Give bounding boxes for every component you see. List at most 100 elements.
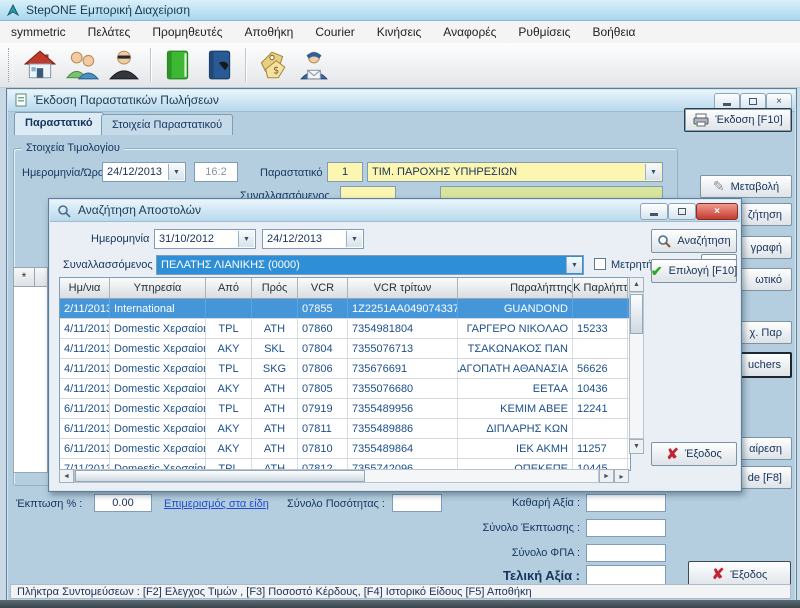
vertical-scrollbar[interactable] [629,292,644,439]
document-type-combobox[interactable]: ΤΙΜ. ΠΑΡΟΧΗΣ ΥΠΗΡΕΣΙΩΝ ▼ [367,162,663,182]
table-cell [206,299,252,318]
table-cell: Domestic Χερσαίοι [110,359,206,378]
allocate-link[interactable]: Επιμερισμός στα είδη [164,498,269,510]
time-field[interactable]: 16:2 [194,162,238,182]
stock-book-icon[interactable] [158,46,196,84]
scroll-right-icon[interactable]: ► [599,469,614,483]
column-header[interactable]: Πρός [252,278,298,298]
column-header[interactable]: Ημ/νια [60,278,110,298]
app-title: StepONE Εμπορική Διαχείριση [26,3,190,17]
table-row[interactable]: 6/11/2013Domestic ΧερσαίοιAKYATH07811735… [60,419,630,439]
menu-item-suppliers[interactable]: Προμηθευτές [141,22,233,42]
dialog-maximize-button[interactable] [668,203,696,220]
column-header[interactable]: VCR [298,278,348,298]
menu-item-settings[interactable]: Ρυθμίσεις [507,22,581,42]
menu-item-warehouse[interactable]: Αποθήκη [234,22,305,42]
table-header-row: Ημ/νια Υπηρεσία Από Πρός VCR VCR τρίτων … [60,278,630,299]
dialog-close-icon[interactable]: × [696,203,738,220]
chevron-down-icon[interactable]: ▼ [238,231,254,247]
table-cell: 12241 [573,399,628,418]
search-icon [657,234,671,248]
table-cell: ΤΣΑΚΩΝΑΚΟΣ ΠΑΝ [458,339,573,358]
column-header[interactable]: Παραλήπτης [458,278,573,298]
dialog-titlebar[interactable]: Αναζήτηση Αποστολών × [50,200,740,222]
pane-splitter[interactable]: ▸ [614,469,629,483]
table-cell [252,299,298,318]
horizontal-scrollbar[interactable] [74,469,599,483]
table-row[interactable]: 6/11/2013Domestic ΧερσαίοιAKYATH07810735… [60,439,630,459]
discount-field[interactable]: 0.00 [94,494,152,512]
table-cell [573,339,628,358]
menu-item-help[interactable]: Βοήθεια [581,22,646,42]
dialog-select-button[interactable]: ✔ Επιλογή [F10] [651,259,737,283]
tab-parastatiko[interactable]: Παραστατικό [14,112,104,135]
menu-item-movements[interactable]: Κινήσεις [366,22,433,42]
scroll-left-icon[interactable]: ◄ [59,469,74,483]
dialog-search-button[interactable]: Αναζήτηση [651,229,737,253]
main-window-title: Έκδοση Παραστατικών Πωλήσεων [34,93,219,107]
table-cell: ΕΕΤΑΑ [458,379,573,398]
dialog-date-label: Ημερομηνία [91,233,149,245]
scrollbar-thumb[interactable] [75,470,365,482]
table-row[interactable]: 4/11/2013Domestic ΧερσαίοιAKYSKL07804735… [60,339,630,359]
dialog-exit-button[interactable]: ✘ Έξοδος [651,442,737,466]
column-header[interactable]: ΤΚ Παρλήπτη [573,278,628,298]
main-window-titlebar[interactable]: Έκδοση Παραστατικών Πωλήσεων [8,90,795,112]
partner-combobox[interactable]: ΠΕΛΑΤΗΣ ΛΙΑΝΙΚΗΣ (0000) ▼ [156,255,584,275]
table-row[interactable]: 4/11/2013Domestic ΧερσαίοιTPLSKG07806735… [60,359,630,379]
tab-stoixeia-parastatikou[interactable]: Στοιχεία Παραστατικού [101,114,233,135]
table-cell: 07860 [298,319,348,338]
menu-item-symmetric[interactable]: symmetric [0,22,77,42]
ledger-book-icon[interactable] [200,46,238,84]
table-cell [573,299,628,318]
vat-total-field[interactable] [586,544,666,562]
toolbar-grip[interactable] [8,48,13,82]
table-cell: TPL [206,399,252,418]
column-header[interactable]: Υπηρεσία [110,278,206,298]
home-icon[interactable] [21,46,59,84]
column-header[interactable]: Από [206,278,252,298]
red-x-icon: ✘ [712,567,725,582]
discount-total-field[interactable] [586,519,666,537]
scroll-up-icon[interactable]: ▲ [629,277,644,292]
chevron-down-icon[interactable]: ▼ [566,257,582,273]
scroll-down-icon[interactable]: ▼ [629,439,644,454]
window-bottom-edge [0,600,800,608]
issue-button[interactable]: Έκδοση [F10] [684,108,792,132]
chevron-down-icon[interactable]: ▼ [645,164,661,180]
column-header[interactable]: VCR τρίτων [348,278,458,298]
customers-icon[interactable] [63,46,101,84]
dialog-minimize-button[interactable] [640,203,668,220]
date-to-combobox[interactable]: 24/12/2013 ▼ [262,229,364,249]
menu-item-customers[interactable]: Πελάτες [77,22,142,42]
table-row[interactable]: 6/11/2013Domestic ΧερσαίοιTPLATH07919735… [60,399,630,419]
table-cell: 56626 [573,359,628,378]
date-from-combobox[interactable]: 31/10/2012 ▼ [154,229,256,249]
table-cell: 2/11/2013 [60,299,110,318]
table-cell: 7355489864 [348,439,458,458]
datetime-label: Ημερομηνία/Ώρα [22,167,104,179]
menu-item-courier[interactable]: Courier [304,22,365,42]
edit-button[interactable]: ✎ Μεταβολή [700,175,792,198]
counter-checkbox[interactable] [594,258,606,270]
date-combobox[interactable]: 24/12/2013 ▼ [102,162,186,182]
quantity-field[interactable] [392,494,442,512]
net-value-field[interactable] [586,494,666,512]
table-row[interactable]: 4/11/2013Domestic ΧερσαίοιAKYATH07805735… [60,379,630,399]
document-number-field[interactable]: 1 [327,162,363,182]
table-cell: ATH [252,399,298,418]
os-titlebar[interactable]: StepONE Εμπορική Διαχείριση [0,0,800,21]
supplier-icon[interactable] [105,46,143,84]
chevron-down-icon[interactable]: ▼ [346,231,362,247]
discount-label: Έκπτωση % : [16,498,82,510]
menu-item-reports[interactable]: Αναφορές [432,22,507,42]
chevron-down-icon[interactable]: ▼ [168,164,184,180]
table-row[interactable]: 2/11/2013International078551Z2251AA04907… [60,299,630,319]
dialog-title: Αναζήτηση Αποστολών [78,203,201,217]
table-cell: Domestic Χερσαίοι [110,419,206,438]
shipments-table: Ημ/νια Υπηρεσία Από Πρός VCR VCR τρίτων … [59,277,631,471]
price-tags-icon[interactable]: $ [253,46,291,84]
table-row[interactable]: 4/11/2013Domestic ΧερσαίοιTPLATH07860735… [60,319,630,339]
courier-mail-icon[interactable] [295,46,333,84]
scrollbar-thumb[interactable] [630,294,643,334]
